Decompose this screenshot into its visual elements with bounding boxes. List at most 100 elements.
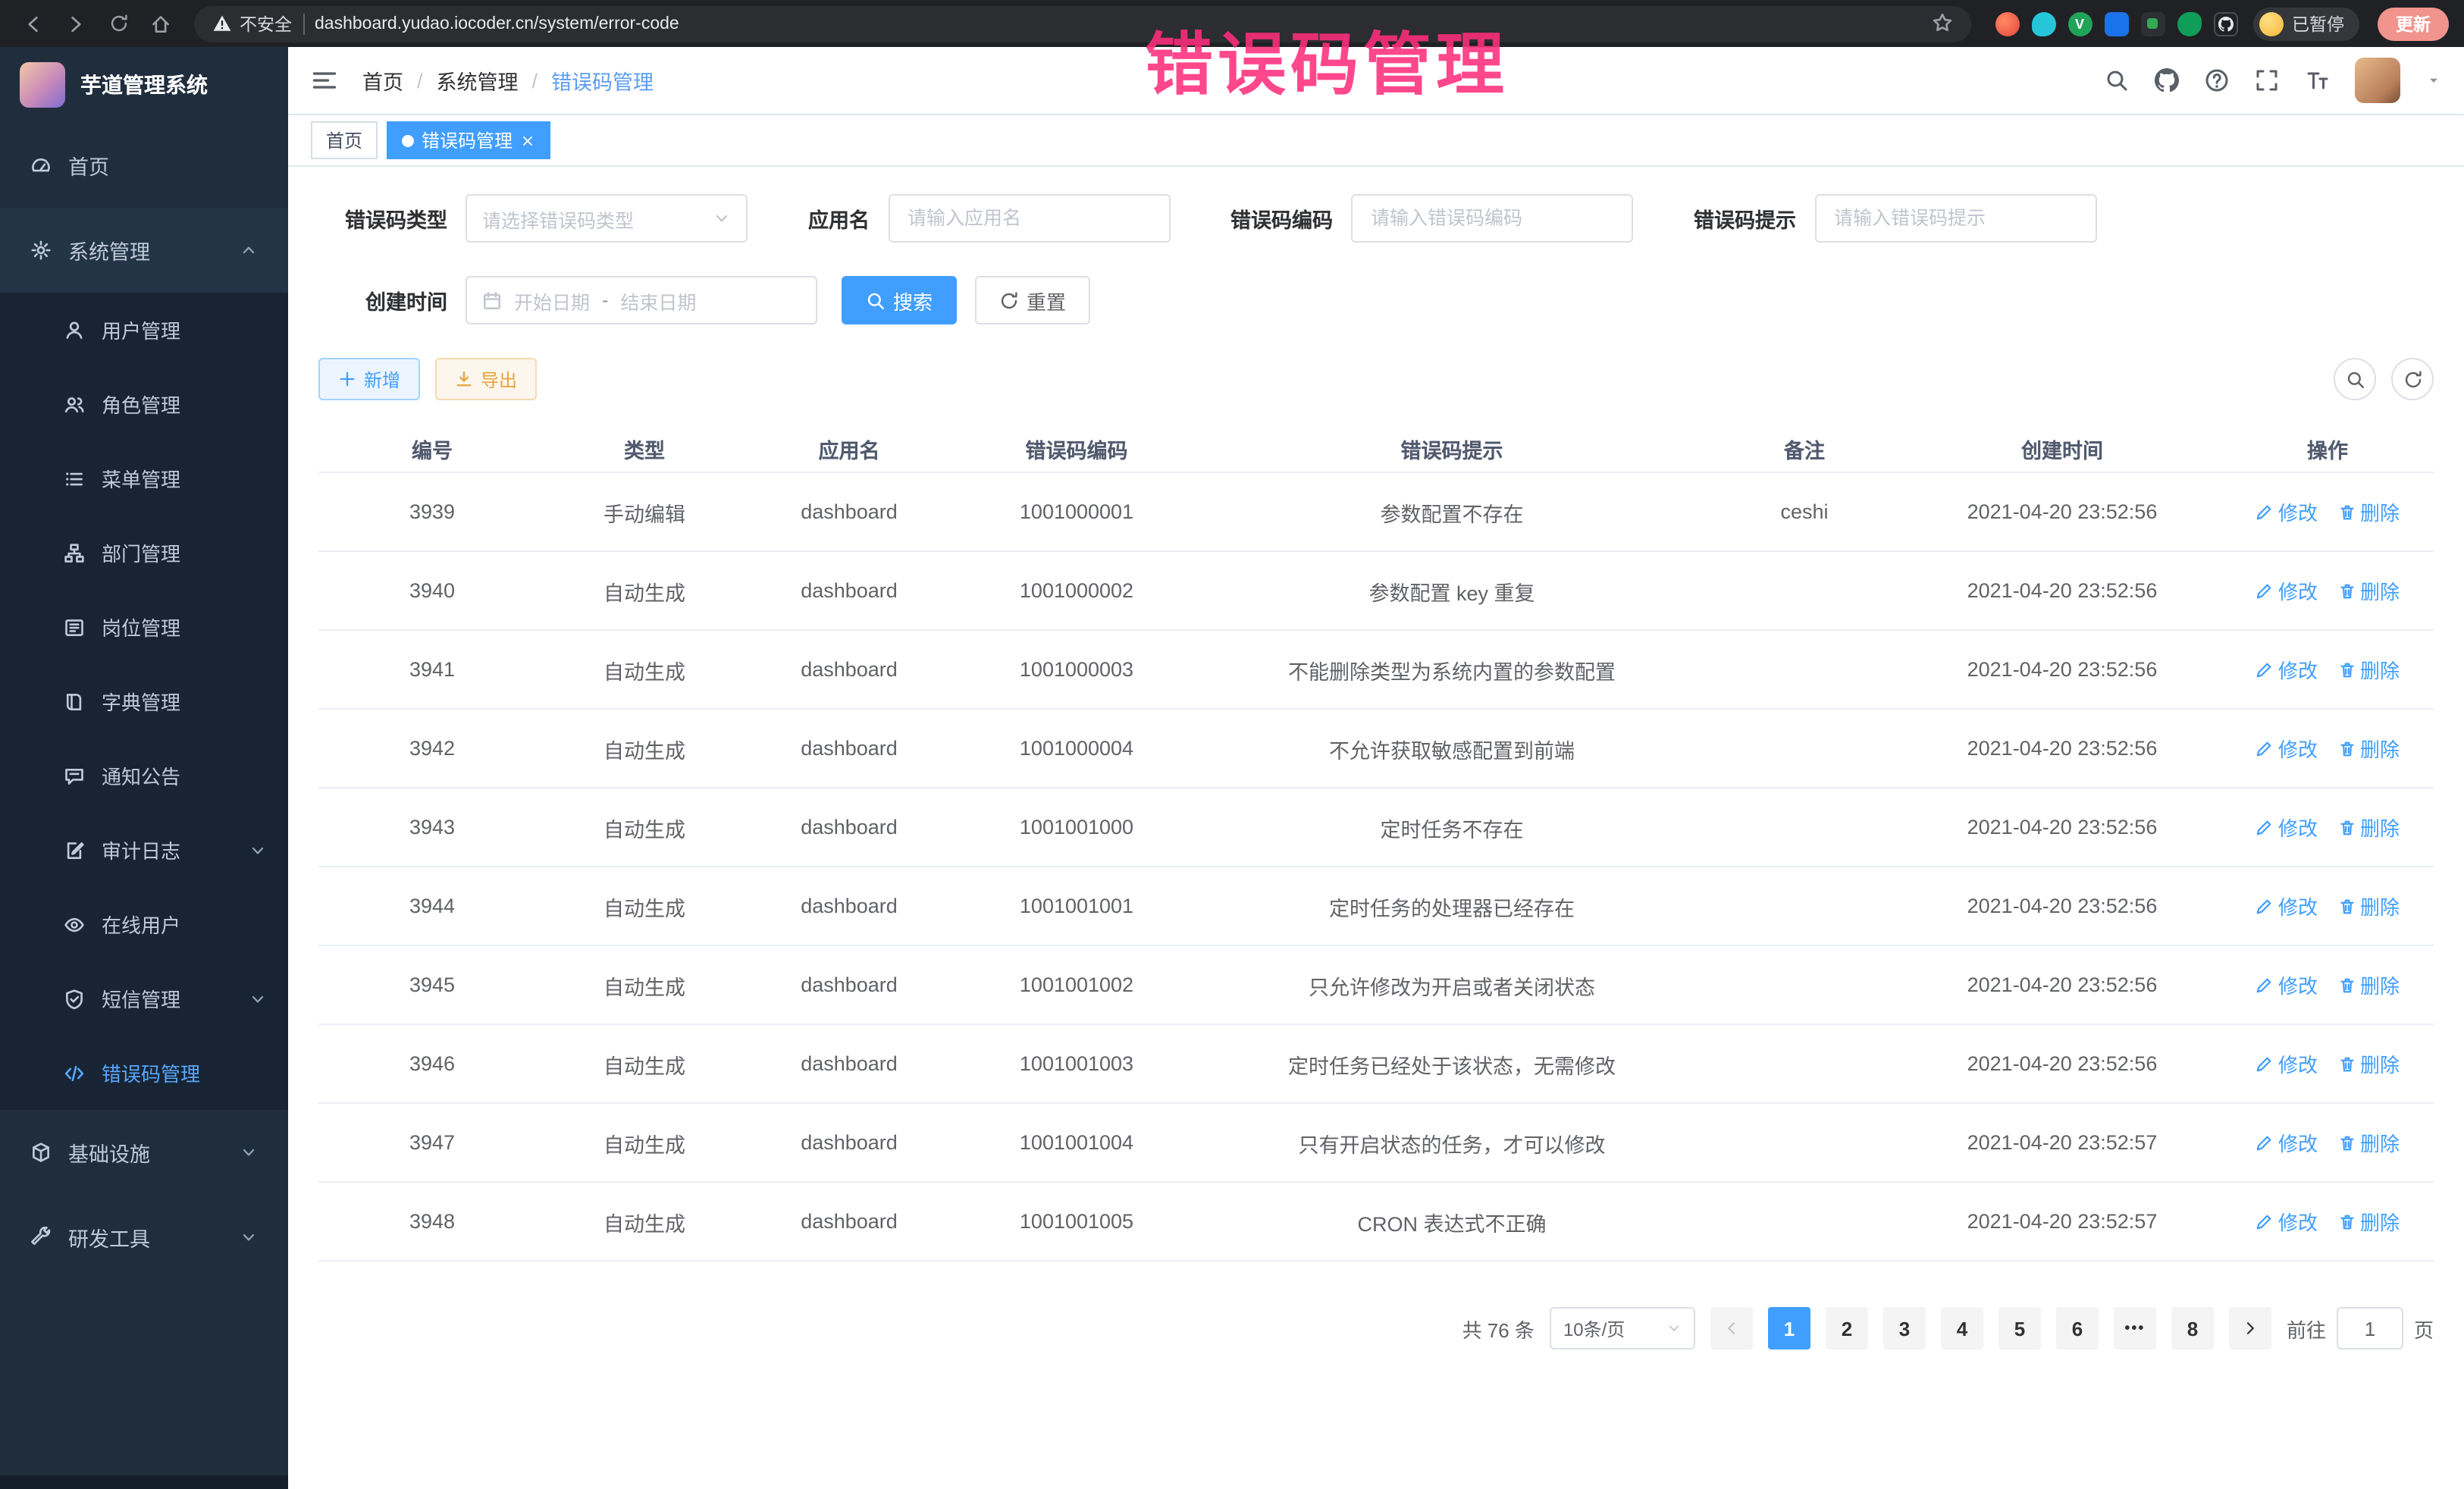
browser-update-button[interactable]: 更新 — [2378, 7, 2449, 40]
sidebar-item-role-mgmt[interactable]: 角色管理 — [0, 367, 288, 441]
edit-link[interactable]: 修改 — [2256, 970, 2318, 999]
sidebar-item-system-mgmt[interactable]: 系统管理 — [0, 208, 288, 293]
sidebar-item-menu-mgmt[interactable]: 菜单管理 — [0, 441, 288, 516]
table-row: 3945 自动生成 dashboard 1001001002 只允许修改为开启或… — [318, 946, 2434, 1025]
more-pages-icon[interactable]: ••• — [2114, 1307, 2156, 1350]
sidebar-item-home[interactable]: 首页 — [0, 123, 288, 208]
browser-profile-chip[interactable]: 已暂停 — [2252, 7, 2359, 40]
edit-link[interactable]: 修改 — [2256, 734, 2318, 763]
user-avatar[interactable] — [2355, 58, 2400, 103]
delete-link[interactable]: 删除 — [2337, 497, 2400, 526]
date-range-picker[interactable]: 开始日期 - 结束日期 — [466, 276, 817, 324]
reset-button[interactable]: 重置 — [975, 276, 1090, 324]
cell-actions: 修改 删除 — [2221, 643, 2434, 696]
extension-icon-red[interactable] — [1995, 11, 2019, 36]
breadcrumb-home[interactable]: 首页 — [362, 65, 403, 96]
extensions-puzzle-icon[interactable] — [2213, 11, 2237, 36]
extension-icon-dark[interactable] — [2140, 11, 2165, 36]
delete-link[interactable]: 删除 — [2337, 813, 2400, 842]
delete-link[interactable]: 删除 — [2337, 655, 2400, 684]
add-button[interactable]: 新增 — [318, 358, 420, 400]
browser-home-icon[interactable] — [143, 5, 179, 42]
col-app: 应用名 — [743, 422, 955, 476]
sidebar-item-post-mgmt[interactable]: 岗位管理 — [0, 590, 288, 664]
sidebar-item-sms-mgmt[interactable]: 短信管理 — [0, 961, 288, 1036]
page-size-select[interactable]: 10条/页 — [1550, 1307, 1695, 1350]
page-button-4[interactable]: 4 — [1941, 1307, 1983, 1350]
extension-icon-leaf[interactable] — [2177, 11, 2201, 36]
sidebar-item-error-code-mgmt[interactable]: 错误码管理 — [0, 1036, 288, 1110]
extension-icon-teal[interactable] — [2031, 11, 2055, 36]
page-button-3[interactable]: 3 — [1883, 1307, 1926, 1350]
font-size-icon[interactable] — [2305, 68, 2329, 92]
chevron-right-icon — [2241, 1319, 2259, 1337]
app-name-input[interactable] — [888, 194, 1170, 243]
page-button-1[interactable]: 1 — [1768, 1307, 1810, 1350]
app-logo-row[interactable]: 芋道管理系统 — [0, 47, 288, 123]
page-button-5[interactable]: 5 — [1998, 1307, 2041, 1350]
search-icon[interactable] — [2105, 68, 2129, 92]
delete-link[interactable]: 删除 — [2337, 970, 2400, 999]
sidebar-item-online-users[interactable]: 在线用户 — [0, 887, 288, 961]
extension-icon-blue[interactable] — [2104, 11, 2128, 36]
avatar-caret-icon[interactable] — [2426, 73, 2441, 88]
close-icon[interactable] — [520, 133, 535, 148]
page-button-2[interactable]: 2 — [1826, 1307, 1868, 1350]
sidebar-item-label: 审计日志 — [102, 835, 180, 864]
delete-link[interactable]: 删除 — [2337, 892, 2400, 920]
export-button[interactable]: 导出 — [435, 358, 537, 400]
cell-id: 3947 — [318, 1119, 546, 1166]
toggle-search-button[interactable] — [2334, 358, 2376, 400]
edit-link[interactable]: 修改 — [2256, 1049, 2318, 1078]
users-icon — [64, 393, 85, 415]
edit-link[interactable]: 修改 — [2256, 1207, 2318, 1236]
profile-paused-label: 已暂停 — [2292, 11, 2344, 36]
sidebar-item-dev-tools[interactable]: 研发工具 — [0, 1195, 288, 1280]
trash-icon — [2337, 1212, 2356, 1230]
sidebar-collapse-bar[interactable] — [0, 1475, 288, 1489]
browser-reload-icon[interactable] — [100, 5, 136, 42]
delete-link[interactable]: 删除 — [2337, 1207, 2400, 1236]
page-button-8[interactable]: 8 — [2171, 1307, 2214, 1350]
edit-link[interactable]: 修改 — [2256, 655, 2318, 684]
error-type-select[interactable]: 请选择错误码类型 — [466, 194, 748, 243]
delete-link[interactable]: 删除 — [2337, 576, 2400, 605]
security-indicator[interactable]: 不安全 — [212, 11, 292, 36]
delete-link[interactable]: 删除 — [2337, 734, 2400, 763]
edit-link[interactable]: 修改 — [2256, 813, 2318, 842]
delete-link[interactable]: 删除 — [2337, 1049, 2400, 1078]
bookmark-star-icon[interactable] — [1931, 10, 1952, 37]
hamburger-icon[interactable] — [311, 67, 338, 94]
goto-page-input[interactable] — [2337, 1307, 2403, 1350]
tab-home[interactable]: 首页 — [311, 121, 378, 159]
sidebar-item-dict-mgmt[interactable]: 字典管理 — [0, 664, 288, 738]
error-hint-input[interactable] — [1814, 194, 2096, 243]
extension-icon-green[interactable]: V — [2067, 11, 2092, 36]
edit-link[interactable]: 修改 — [2256, 576, 2318, 605]
browser-forward-icon[interactable] — [58, 5, 94, 42]
tab-error-code-mgmt[interactable]: 错误码管理 — [387, 121, 550, 159]
refresh-table-button[interactable] — [2391, 358, 2434, 400]
sidebar-item-user-mgmt[interactable]: 用户管理 — [0, 293, 288, 367]
delete-link[interactable]: 删除 — [2337, 1128, 2400, 1157]
sidebar-item-audit-log[interactable]: 审计日志 — [0, 813, 288, 887]
sidebar-item-dept-mgmt[interactable]: 部门管理 — [0, 516, 288, 590]
search-button[interactable]: 搜索 — [842, 276, 957, 324]
github-icon[interactable] — [2155, 68, 2179, 92]
prev-page-button[interactable] — [1710, 1307, 1753, 1350]
help-icon[interactable] — [2205, 68, 2229, 92]
sidebar-item-notice[interactable]: 通知公告 — [0, 738, 288, 813]
edit-link[interactable]: 修改 — [2256, 1128, 2318, 1157]
cell-hint: 不能删除类型为系统内置的参数配置 — [1198, 642, 1706, 697]
cell-type: 自动生成 — [546, 642, 743, 697]
edit-link[interactable]: 修改 — [2256, 497, 2318, 526]
sidebar-item-infrastructure[interactable]: 基础设施 — [0, 1110, 288, 1195]
error-code-input[interactable] — [1351, 194, 1633, 243]
browser-back-icon[interactable] — [15, 5, 52, 42]
fullscreen-icon[interactable] — [2255, 68, 2279, 92]
next-page-button[interactable] — [2229, 1307, 2271, 1350]
address-bar[interactable]: 不安全 dashboard.yudao.iocoder.cn/system/er… — [194, 5, 1970, 42]
page-button-6[interactable]: 6 — [2056, 1307, 2099, 1350]
edit-link[interactable]: 修改 — [2256, 892, 2318, 920]
breadcrumb-system[interactable]: 系统管理 — [437, 65, 519, 96]
